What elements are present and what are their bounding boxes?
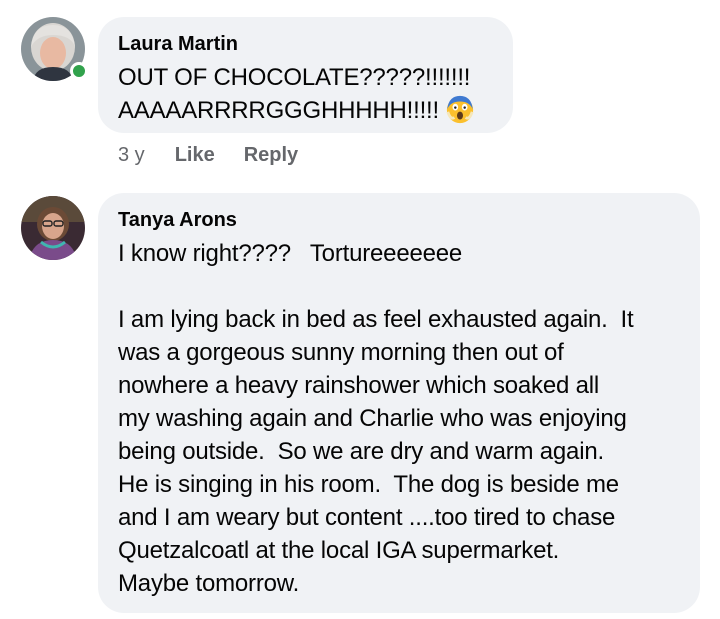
online-status-indicator (70, 62, 88, 80)
paragraph-break (118, 270, 680, 303)
comment-bubble: Tanya Arons I know right???? Tortureeeee… (98, 193, 700, 613)
comment-line-with-emoji: AAAAARRRRGGGHHHHH!!!!! (118, 94, 493, 127)
comment-line: I know right???? Tortureeeeeee (118, 240, 463, 267)
comment-line: my washing again and Charlie who was enj… (118, 405, 627, 432)
comment-actions: 3 y Like Reply (118, 142, 298, 168)
like-button[interactable]: Like (175, 142, 215, 168)
comment-bubble: Laura Martin OUT OF CHOCOLATE?????!!!!!!… (98, 17, 513, 133)
comment-line: I am lying back in bed as feel exhausted… (118, 306, 634, 333)
comment-line: Quetzalcoatl at the local IGA supermarke… (118, 537, 560, 564)
comment-paragraph: I am lying back in bed as feel exhausted… (118, 303, 680, 600)
comment-line: nowhere a heavy rainshower which soaked … (118, 372, 600, 399)
avatar-laura-martin[interactable] (21, 17, 88, 81)
comment-line: OUT OF CHOCOLATE?????!!!!!!! (118, 64, 471, 91)
comment-author[interactable]: Laura Martin (118, 31, 493, 57)
comment-line: being outside. So we are dry and warm ag… (118, 438, 604, 465)
comment-line: Maybe tomorrow. (118, 570, 300, 597)
comment-line: AAAAARRRRGGGHHHHH!!!!! (118, 97, 439, 124)
profile-photo (21, 196, 85, 260)
comment-author[interactable]: Tanya Arons (118, 207, 680, 233)
comment-line: and I am weary but content ....too tired… (118, 504, 616, 531)
face-screaming-in-fear-icon (446, 95, 474, 124)
comment-line: was a gorgeous sunny morning then out of (118, 339, 564, 366)
comment-line: He is singing in his room. The dog is be… (118, 471, 619, 498)
comment-timestamp[interactable]: 3 y (118, 142, 145, 168)
avatar-tanya-arons[interactable] (21, 196, 85, 260)
reply-button[interactable]: Reply (244, 142, 298, 168)
